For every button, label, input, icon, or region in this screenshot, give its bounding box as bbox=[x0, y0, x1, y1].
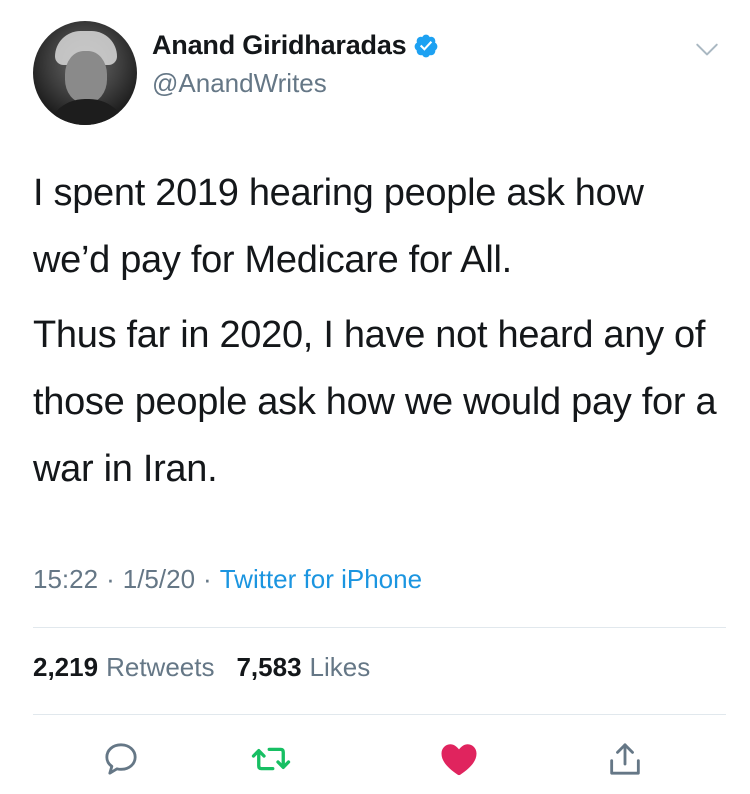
likes-label[interactable]: Likes bbox=[310, 652, 371, 683]
like-button[interactable] bbox=[436, 736, 482, 782]
tweet-text: I spent 2019 hearing people ask how we’d… bbox=[33, 160, 723, 503]
divider bbox=[33, 627, 726, 628]
meta-separator: · bbox=[106, 564, 115, 594]
tweet-meta: 15:22 · 1/5/20 · Twitter for iPhone bbox=[33, 564, 422, 595]
tweet-date[interactable]: 1/5/20 bbox=[123, 564, 195, 595]
avatar-body bbox=[45, 99, 129, 125]
retweet-icon bbox=[251, 747, 291, 771]
meta-separator: · bbox=[203, 564, 212, 594]
share-button[interactable] bbox=[602, 736, 648, 782]
avatar-face bbox=[65, 51, 107, 103]
tweet-source-link[interactable]: Twitter for iPhone bbox=[220, 564, 422, 595]
share-icon bbox=[610, 743, 640, 775]
avatar[interactable] bbox=[33, 21, 137, 125]
tweet-time[interactable]: 15:22 bbox=[33, 564, 98, 595]
reply-icon bbox=[105, 743, 137, 775]
retweet-button[interactable] bbox=[248, 736, 294, 782]
retweets-count[interactable]: 2,219 bbox=[33, 652, 98, 683]
tweet-stats: 2,219 Retweets 7,583 Likes bbox=[33, 652, 370, 683]
retweets-label[interactable]: Retweets bbox=[106, 652, 214, 683]
tweet-paragraph: I spent 2019 hearing people ask how we’d… bbox=[33, 172, 644, 281]
tweet-paragraph: Thus far in 2020, I have not heard any o… bbox=[33, 314, 717, 490]
name-row: Anand Giridharadas bbox=[152, 30, 439, 61]
heart-icon bbox=[441, 744, 477, 776]
handle[interactable]: @AnandWrites bbox=[152, 68, 327, 99]
action-bar bbox=[0, 736, 750, 786]
likes-count[interactable]: 7,583 bbox=[236, 652, 301, 683]
tweet-header: Anand Giridharadas @AnandWrites bbox=[0, 0, 750, 130]
verified-badge-icon bbox=[415, 34, 438, 57]
reply-button[interactable] bbox=[98, 736, 144, 782]
display-name[interactable]: Anand Giridharadas bbox=[152, 30, 407, 61]
divider bbox=[33, 714, 726, 715]
chevron-down-icon[interactable] bbox=[694, 36, 720, 62]
